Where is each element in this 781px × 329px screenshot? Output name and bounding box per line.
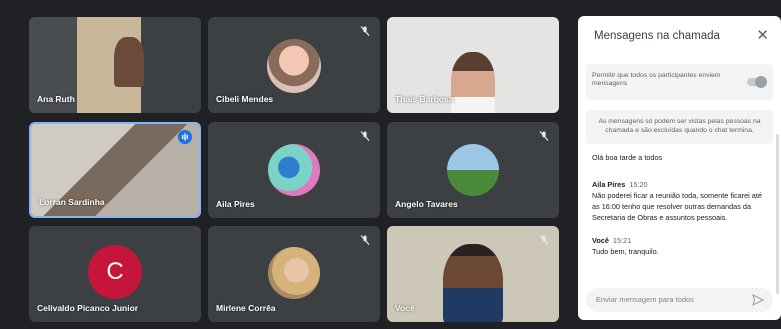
tile-ana-ruth[interactable]: Ana Ruth	[29, 17, 201, 113]
participant-name: Ana Ruth	[37, 94, 75, 104]
mic-off-icon	[360, 131, 370, 141]
allow-messages-label: Permitir que todos os participantes envi…	[592, 72, 721, 87]
participant-name: Angelo Tavares	[395, 199, 458, 209]
message-time: 15:20	[629, 180, 648, 189]
mic-off-icon	[360, 235, 370, 245]
avatar: C	[88, 245, 142, 299]
avatar	[268, 247, 320, 299]
allow-messages-setting: Permitir que todos os participantes envi…	[586, 64, 773, 100]
mic-off-icon	[539, 131, 549, 141]
message-text: Tudo bem, tranquilo.	[592, 247, 659, 256]
avatar	[443, 244, 503, 322]
avatar	[267, 39, 321, 93]
tile-cibeli-mendes[interactable]: Cibeli Mendes	[208, 17, 380, 113]
avatar	[447, 144, 499, 196]
chat-info-box: As mensagens só podem ser vistas pelas p…	[586, 110, 773, 144]
tile-celivaldo-picanco-junior[interactable]: C Celivaldo Picanco Junior	[29, 226, 201, 322]
allow-messages-toggle[interactable]	[747, 76, 767, 88]
scrollbar[interactable]	[776, 134, 779, 294]
avatar	[268, 144, 320, 196]
avatar	[113, 37, 144, 87]
message: Aila Pires 15:20 Não poderei ficar a reun…	[592, 179, 770, 223]
message-header: Aila Pires 15:20	[592, 179, 770, 190]
speaking-icon	[178, 130, 192, 144]
mic-off-icon	[539, 235, 549, 245]
send-icon[interactable]	[751, 293, 765, 307]
message-text: Não poderei ficar a reunião toda, soment…	[592, 191, 762, 222]
tile-angelo-tavares[interactable]: Angelo Tavares	[387, 122, 559, 218]
chat-panel: Mensagens na chamada ✕ Permitir que todo…	[578, 16, 781, 320]
chat-info-text: As mensagens só podem ser vistas pelas p…	[598, 118, 761, 134]
message-input[interactable]: Enviar mensagem para todos	[586, 288, 773, 312]
message: Olá boa tarde a todos	[592, 152, 770, 163]
participant-name: Lorran Sardinha	[39, 197, 105, 207]
participant-name: Celivaldo Picanco Junior	[37, 303, 139, 313]
message: Você 15:21 Tudo bem, tranquilo.	[592, 235, 770, 257]
tile-thais-barbosa[interactable]: Thais Barbosa	[387, 17, 559, 113]
close-icon[interactable]: ✕	[756, 26, 769, 44]
participant-name: Você	[395, 303, 415, 313]
message-list: Olá boa tarde a todos Aila Pires 15:20 Nã…	[592, 150, 770, 257]
mic-off-icon	[360, 26, 370, 36]
participant-grid: Ana Ruth Cibeli Mendes Thais Barbosa Lor…	[0, 0, 575, 329]
chat-title: Mensagens na chamada	[594, 30, 720, 42]
tile-voce[interactable]: Você	[387, 226, 559, 322]
toggle-knob	[755, 76, 767, 88]
tile-aila-pires[interactable]: Aila Pires	[208, 122, 380, 218]
message-input-placeholder: Enviar mensagem para todos	[596, 295, 694, 304]
tile-mirlene-correa[interactable]: Mirlene Corrêa	[208, 226, 380, 322]
message-header: Você 15:21	[592, 235, 770, 246]
participant-name: Cibeli Mendes	[216, 94, 274, 104]
message-sender: Você	[592, 236, 609, 245]
message-text: Olá boa tarde a todos	[592, 153, 663, 162]
message-time: 15:21	[612, 236, 632, 245]
tile-lorran-sardinha[interactable]: Lorran Sardinha	[29, 122, 201, 218]
participant-name: Thais Barbosa	[395, 94, 454, 104]
message-sender: Aila Pires	[592, 180, 626, 189]
participant-name: Mirlene Corrêa	[216, 303, 276, 313]
avatar	[451, 52, 495, 113]
participant-name: Aila Pires	[216, 199, 255, 209]
